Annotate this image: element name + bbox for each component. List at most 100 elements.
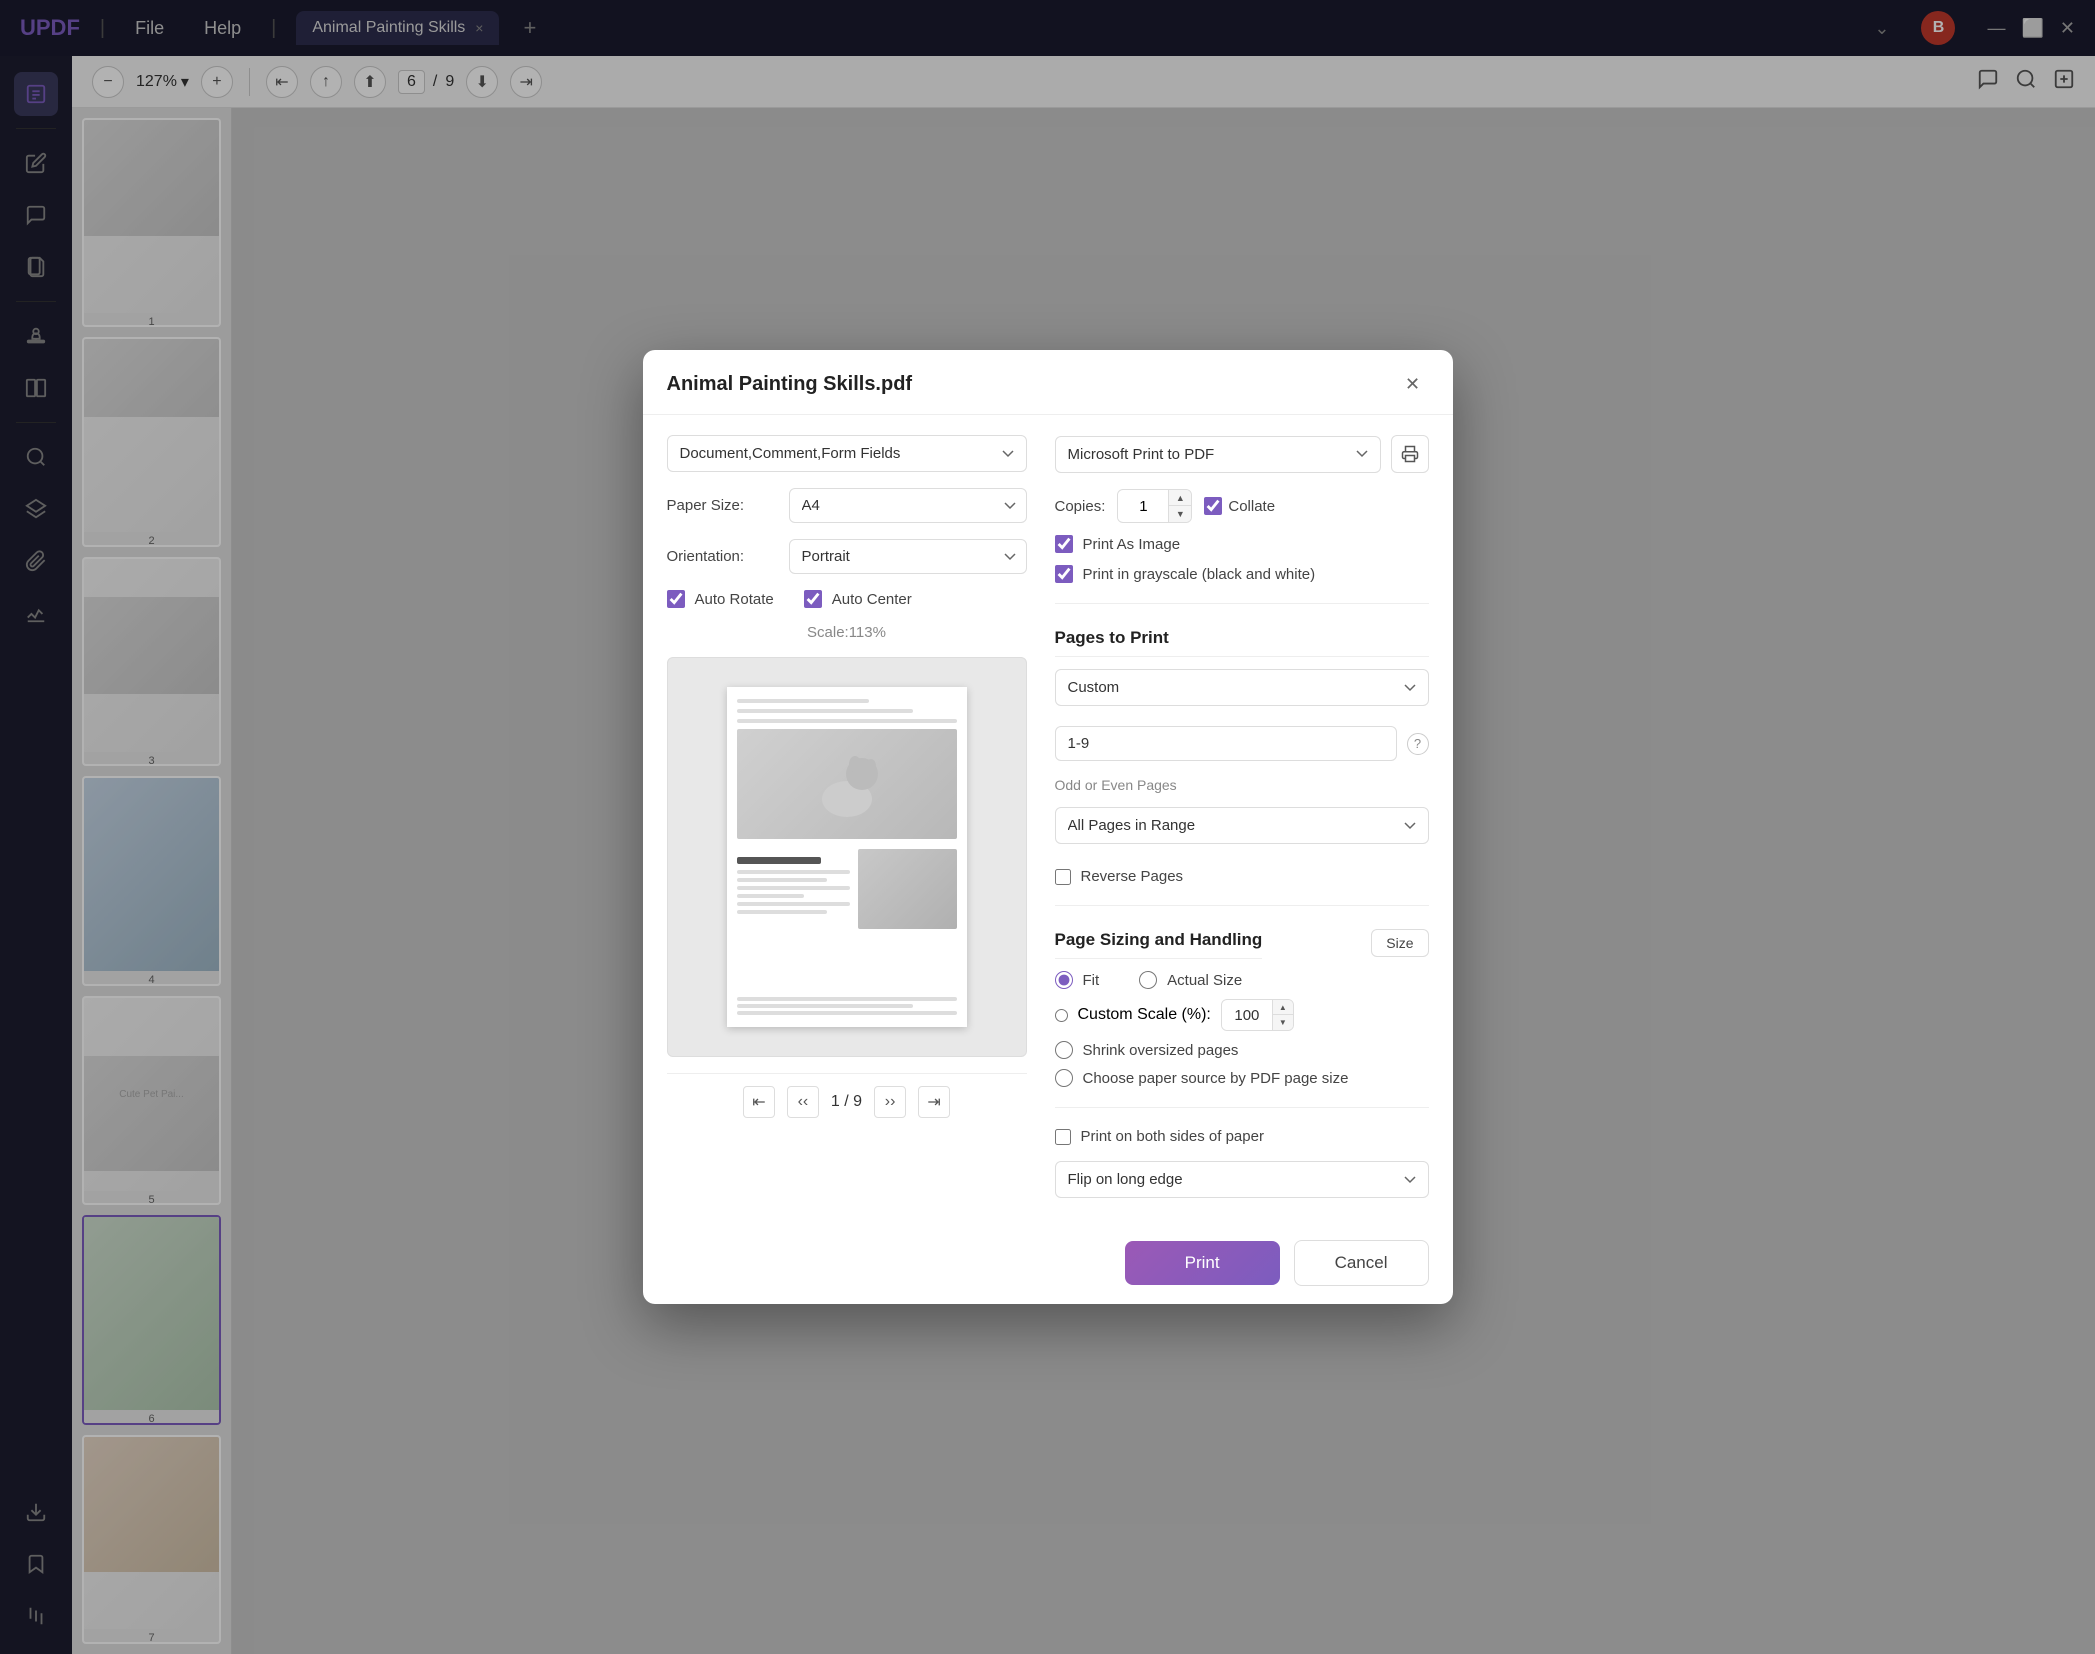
auto-center-label: Auto Center (832, 591, 912, 608)
auto-center-checkbox[interactable] (804, 590, 822, 608)
auto-rotate-row: Auto Rotate (667, 590, 774, 608)
pages-range-row: ? (1055, 726, 1429, 761)
dialog-title: Animal Painting Skills.pdf (667, 373, 913, 396)
dialog-body: Document,Comment,Form Fields Document Do… (643, 415, 1453, 1226)
preview-split-section (737, 849, 957, 987)
preview-heading (737, 857, 822, 864)
auto-center-row: Auto Center (804, 590, 912, 608)
preview-bottom-text (737, 997, 957, 1015)
preview-area (667, 657, 1027, 1057)
divider-2 (1055, 905, 1429, 906)
reverse-pages-checkbox[interactable] (1055, 869, 1071, 885)
preview-page (727, 687, 967, 1027)
size-mode-button[interactable]: Size (1371, 929, 1428, 957)
collate-checkbox[interactable] (1204, 497, 1222, 515)
first-page-nav[interactable]: ⇤ (743, 1086, 775, 1118)
scale-value-input[interactable] (1222, 1001, 1272, 1030)
preview-bottom-section (737, 997, 957, 1015)
scale-decrement-button[interactable]: ▼ (1273, 1015, 1293, 1030)
preview-text-a (737, 870, 850, 874)
copies-row: Copies: ▲ ▼ Collate (1055, 489, 1429, 523)
orientation-select[interactable]: Portrait Landscape (789, 539, 1027, 574)
preview-text-d (737, 894, 805, 898)
dialog-left-panel: Document,Comment,Form Fields Document Do… (667, 435, 1027, 1206)
prev-page-nav[interactable]: ‹‹ (787, 1086, 819, 1118)
dialog-page-sep: / (844, 1093, 853, 1110)
auto-rotate-checkbox[interactable] (667, 590, 685, 608)
pages-range-input[interactable] (1055, 726, 1397, 761)
actual-size-radio[interactable] (1139, 971, 1157, 989)
cancel-button[interactable]: Cancel (1294, 1240, 1429, 1286)
print-dialog: Animal Painting Skills.pdf ✕ Document,Co… (643, 350, 1453, 1304)
preview-text-c (737, 886, 850, 890)
pages-help-icon[interactable]: ? (1407, 733, 1429, 755)
odd-even-label: Odd or Even Pages (1055, 777, 1429, 793)
dialog-close-button[interactable]: ✕ (1397, 368, 1429, 400)
preview-line-3 (737, 719, 957, 723)
page-indicator-display: 1 / 9 (831, 1093, 862, 1111)
both-sides-row: Print on both sides of paper (1055, 1128, 1429, 1145)
copies-label: Copies: (1055, 498, 1106, 515)
choose-paper-radio-row: Choose paper source by PDF page size (1055, 1069, 1429, 1087)
scale-spinners: ▲ ▼ (1272, 1000, 1293, 1030)
choose-paper-radio[interactable] (1055, 1069, 1073, 1087)
dialog-actions: Print Cancel (643, 1226, 1453, 1304)
collate-text: Collate (1228, 498, 1275, 515)
preview-line-2 (737, 709, 913, 713)
choose-paper-label: Choose paper source by PDF page size (1083, 1070, 1349, 1087)
scale-info: Scale:113% (667, 624, 1027, 641)
copies-input[interactable] (1118, 492, 1168, 521)
pages-mode-select[interactable]: Custom All Current Page Odd Pages Only E… (1055, 669, 1429, 706)
dialog-right-panel: Microsoft Print to PDF Adobe PDF OneNote… (1027, 435, 1429, 1206)
preview-top-image (737, 729, 957, 839)
odd-even-select[interactable]: All Pages in Range Odd Pages Only Even P… (1055, 807, 1429, 844)
print-as-image-row: Print As Image (1055, 535, 1429, 553)
print-grayscale-checkbox[interactable] (1055, 565, 1073, 583)
flip-edge-select[interactable]: Flip on long edge Flip on short edge (1055, 1161, 1429, 1198)
scale-increment-button[interactable]: ▲ (1273, 1000, 1293, 1015)
dialog-pagination: ⇤ ‹‹ 1 / 9 ›› ⇥ (667, 1073, 1027, 1130)
last-page-nav[interactable]: ⇥ (918, 1086, 950, 1118)
preview-line-1 (737, 699, 869, 703)
both-sides-checkbox[interactable] (1055, 1129, 1071, 1145)
print-as-image-checkbox[interactable] (1055, 535, 1073, 553)
copies-decrement-button[interactable]: ▼ (1169, 506, 1191, 522)
printer-properties-button[interactable] (1391, 435, 1429, 473)
paper-size-select[interactable]: A4 Letter Legal A3 (789, 488, 1027, 523)
divider-1 (1055, 603, 1429, 604)
fit-radio-row: Fit Actual Size (1055, 971, 1429, 989)
reverse-pages-row: Reverse Pages (1055, 868, 1429, 885)
auto-rotate-label: Auto Rotate (695, 591, 774, 608)
preview-text-f (737, 910, 827, 914)
preview-text-e (737, 902, 850, 906)
shrink-label: Shrink oversized pages (1083, 1042, 1239, 1059)
reverse-pages-label: Reverse Pages (1081, 868, 1184, 885)
print-grayscale-row: Print in grayscale (black and white) (1055, 565, 1429, 583)
print-grayscale-label: Print in grayscale (black and white) (1083, 566, 1316, 583)
printer-select[interactable]: Microsoft Print to PDF Adobe PDF OneNote (1055, 436, 1381, 473)
dialog-page-total: 9 (853, 1093, 862, 1110)
dialog-header: Animal Painting Skills.pdf ✕ (643, 350, 1453, 415)
custom-scale-radio[interactable] (1055, 1009, 1068, 1022)
next-page-nav[interactable]: ›› (874, 1086, 906, 1118)
sizing-radio-group: Fit Actual Size Custom Scale (%): ▲ ▼ (1055, 971, 1429, 1087)
fit-radio[interactable] (1055, 971, 1073, 989)
custom-scale-row: Custom Scale (%): ▲ ▼ (1055, 999, 1429, 1031)
print-button[interactable]: Print (1125, 1241, 1280, 1285)
auto-options-row: Auto Rotate Auto Center (667, 590, 1027, 608)
dialog-page-current: 1 (831, 1093, 840, 1110)
preview-text-b (737, 878, 827, 882)
page-sizing-header: Page Sizing and Handling (1055, 930, 1263, 959)
page-sizing-header-row: Page Sizing and Handling Size (1055, 926, 1429, 959)
preview-btxt-2 (737, 1004, 913, 1008)
collate-label: Collate (1204, 497, 1275, 515)
actual-size-label: Actual Size (1167, 972, 1242, 989)
preview-page-inner (727, 687, 967, 1027)
copies-increment-button[interactable]: ▲ (1169, 490, 1191, 506)
custom-scale-label: Custom Scale (%): (1078, 1006, 1211, 1024)
shrink-radio[interactable] (1055, 1041, 1073, 1059)
content-type-select[interactable]: Document,Comment,Form Fields Document Do… (667, 435, 1027, 472)
orientation-row: Orientation: Portrait Landscape (667, 539, 1027, 574)
orientation-label: Orientation: (667, 548, 777, 565)
paper-size-row: Paper Size: A4 Letter Legal A3 (667, 488, 1027, 523)
